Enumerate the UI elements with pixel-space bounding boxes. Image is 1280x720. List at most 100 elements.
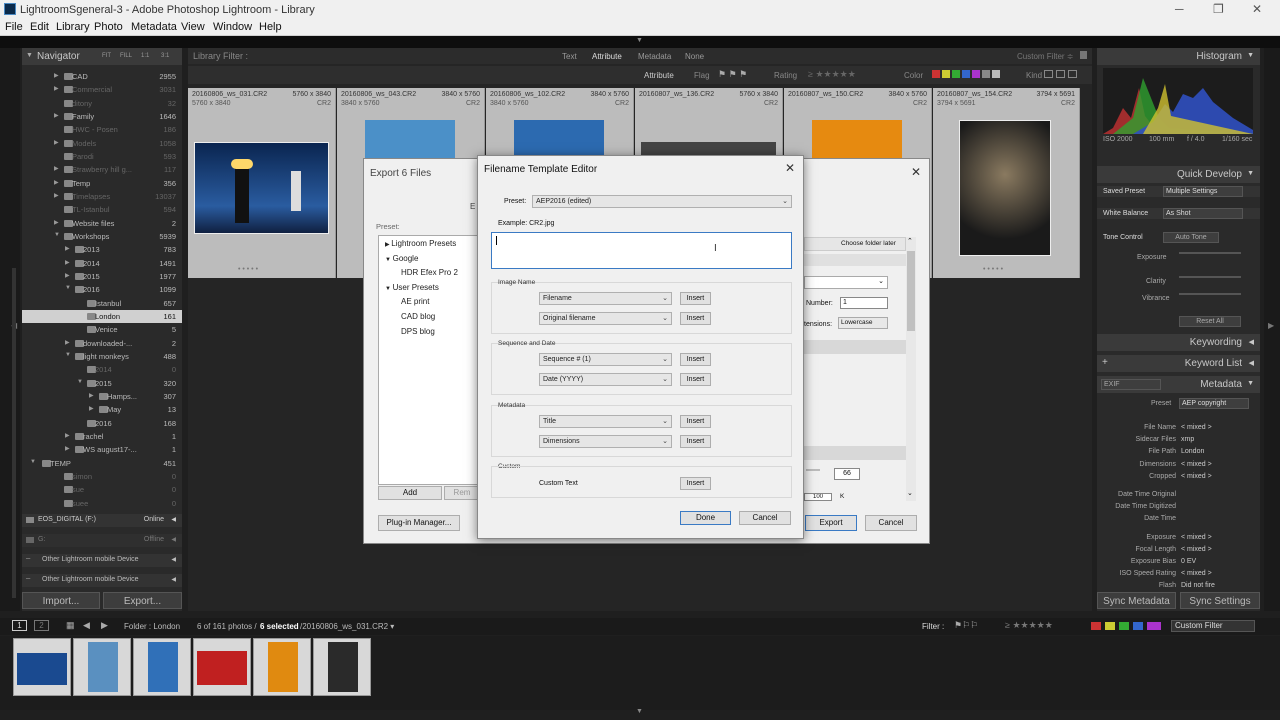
metadata-value[interactable]: Did not fire xyxy=(1181,582,1215,589)
metadata-value[interactable]: < mixed > xyxy=(1181,424,1212,431)
photo-thumbnail[interactable] xyxy=(365,120,455,160)
mobile-device-2[interactable]: ─ Other Lightroom mobile Device ◀ xyxy=(22,574,182,587)
expand-triangle-icon[interactable]: ▼ xyxy=(54,232,60,238)
start-number-input[interactable]: 1 xyxy=(840,297,888,309)
insert-button[interactable]: Insert xyxy=(680,415,711,428)
folder-item[interactable]: Istanbul 657 xyxy=(22,297,182,310)
filter-tab-attribute[interactable]: Attribute xyxy=(592,52,622,61)
expand-triangle-icon[interactable]: ▼ xyxy=(30,459,36,465)
navigator-header[interactable]: ▼ Navigator FIT FILL 1:1 3:1 xyxy=(22,48,182,65)
folder-item[interactable]: TL-Istanbul 594 xyxy=(22,203,182,216)
template-text-area[interactable]: I xyxy=(491,232,792,269)
collapse-triangle-icon[interactable]: ▼ xyxy=(385,257,393,263)
metadata-value[interactable]: < mixed > xyxy=(1181,461,1212,468)
monitor-2-button[interactable]: 2 xyxy=(34,620,49,631)
menu-edit[interactable]: Edit xyxy=(30,21,49,33)
preset-item[interactable]: HDR Efex Pro 2 xyxy=(401,268,458,277)
token-select[interactable]: Filename ⌄ xyxy=(539,292,672,305)
expand-triangle-icon[interactable]: ▶ xyxy=(65,339,70,346)
folder-item[interactable]: London 161 xyxy=(22,309,182,323)
folder-item[interactable]: ▶ Commercial 3031 xyxy=(22,83,182,96)
mobile-device-1[interactable]: ─ Other Lightroom mobile Device ◀ xyxy=(22,554,182,567)
selected-filename[interactable]: /20160806_ws_031.CR2 ▾ xyxy=(300,622,394,631)
token-select[interactable]: Sequence # (1) ⌄ xyxy=(539,353,672,366)
insert-button[interactable]: Insert xyxy=(680,312,711,325)
expand-triangle-icon[interactable]: ▶ xyxy=(54,85,59,92)
folder-item[interactable]: 2014 0 xyxy=(22,363,182,376)
expand-triangle-icon[interactable]: ▶ xyxy=(65,245,70,252)
preset-folder[interactable]: ▼ User Presets xyxy=(385,283,439,292)
folder-item[interactable]: ▶ May 13 xyxy=(22,403,182,416)
plus-icon[interactable]: + xyxy=(1102,357,1108,368)
folder-item[interactable]: ▶ Strawberry hill g... 117 xyxy=(22,163,182,176)
metadata-preset-select[interactable]: AEP copyright xyxy=(1179,398,1249,409)
export-cancel-button[interactable]: Cancel xyxy=(865,515,917,531)
folder-item[interactable]: ▶ Timelapses 13037 xyxy=(22,190,182,203)
expand-triangle-icon[interactable]: ▶ xyxy=(65,432,70,439)
metadata-value[interactable]: xmp xyxy=(1181,436,1194,443)
folder-item[interactable]: ▼ light monkeys 488 xyxy=(22,350,182,363)
expand-triangle-icon[interactable]: ▼ xyxy=(65,352,71,358)
folder-item[interactable]: ▶ Models 1058 xyxy=(22,137,182,150)
folder-item[interactable]: ▶ downloaded-... 2 xyxy=(22,337,182,350)
folder-item[interactable]: ▼ 2015 320 xyxy=(22,377,182,390)
histogram-header[interactable]: Histogram ▼ xyxy=(1097,48,1260,65)
folder-item[interactable]: ditony 32 xyxy=(22,97,182,110)
kind-virtual-icon[interactable] xyxy=(1056,70,1065,78)
metadata-value[interactable]: London xyxy=(1181,448,1204,455)
volume-eos-digital[interactable]: EOS_DIGITAL (F:) Online ◀ xyxy=(22,514,182,527)
folder-item[interactable]: ▼ TEMP 451 xyxy=(22,457,182,470)
folder-item[interactable]: ▼ 2016 1099 xyxy=(22,283,182,296)
scroll-down-icon[interactable]: ⌄ xyxy=(907,489,913,497)
metadata-value[interactable]: 0 EV xyxy=(1181,558,1196,565)
folder-item[interactable]: ▶ Website files 2 xyxy=(22,217,182,230)
color-purple-swatch[interactable] xyxy=(972,70,980,78)
filmstrip-thumb[interactable] xyxy=(13,638,71,696)
filmstrip-thumb[interactable] xyxy=(193,638,251,696)
choose-folder-later[interactable]: Choose folder later xyxy=(804,237,906,251)
color-red-swatch[interactable] xyxy=(932,70,940,78)
left-panel-edge[interactable]: ◀ xyxy=(0,48,20,611)
preset-select[interactable]: AEP2016 (edited) ⌄ xyxy=(532,195,792,208)
close-icon[interactable]: ✕ xyxy=(785,161,795,175)
expand-triangle-icon[interactable]: ▶ xyxy=(65,259,70,266)
volume-g[interactable]: G: Offline ◀ xyxy=(22,534,182,547)
photo-thumbnail[interactable] xyxy=(514,120,604,160)
flag-filter-icons[interactable]: ⚑⚐⚐ xyxy=(954,620,978,631)
photo-thumbnail[interactable] xyxy=(959,120,1051,256)
folder-item[interactable]: ▶ Temp 356 xyxy=(22,177,182,190)
expand-triangle-icon[interactable]: ▶ xyxy=(54,72,59,79)
menu-photo[interactable]: Photo xyxy=(94,21,123,33)
menu-help[interactable]: Help xyxy=(259,21,282,33)
insert-button[interactable]: Insert xyxy=(680,292,711,305)
collapse-triangle-icon[interactable]: ▼ xyxy=(385,286,393,292)
preset-folder[interactable]: ▶ Lightroom Presets xyxy=(385,239,456,248)
forward-arrow-icon[interactable]: ▶ xyxy=(101,620,108,631)
add-preset-button[interactable]: Add xyxy=(378,486,442,500)
menu-view[interactable]: View xyxy=(181,21,205,33)
export-button[interactable]: Export... xyxy=(103,592,182,609)
photo-thumbnail[interactable] xyxy=(194,142,329,234)
clarity-stepper[interactable] xyxy=(1179,276,1241,278)
keyword-list-header[interactable]: + Keyword List ◀ xyxy=(1097,355,1260,372)
folder-item[interactable]: ▶ 2015 1977 xyxy=(22,270,182,283)
extensions-select[interactable]: Lowercase xyxy=(838,317,888,329)
rating-dots[interactable]: • • • • • xyxy=(983,266,1003,273)
scroll-up-icon[interactable]: ⌃ xyxy=(907,237,913,245)
color-filter-swatches[interactable] xyxy=(1091,622,1161,630)
auto-tone-button[interactable]: Auto Tone xyxy=(1163,232,1219,243)
expand-triangle-icon[interactable]: ▶ xyxy=(54,139,59,146)
lock-icon[interactable] xyxy=(1080,51,1087,59)
filmstrip-thumb[interactable] xyxy=(253,638,311,696)
white-balance-select[interactable]: As Shot xyxy=(1163,208,1243,219)
exposure-stepper[interactable] xyxy=(1179,252,1241,254)
cancel-button[interactable]: Cancel xyxy=(739,511,791,525)
preset-item[interactable]: AE print xyxy=(401,297,429,306)
export-submit-button[interactable]: Export xyxy=(805,515,857,531)
expand-triangle-icon[interactable]: ▶ xyxy=(54,179,59,186)
menu-metadata[interactable]: Metadata xyxy=(131,21,177,33)
folder-item[interactable]: ▶ CAD 2955 xyxy=(22,70,182,83)
expand-triangle-icon[interactable]: ▶ xyxy=(54,192,59,199)
metadata-header[interactable]: EXIF Metadata ▼ xyxy=(1097,376,1260,393)
expand-triangle-icon[interactable]: ▶ xyxy=(54,219,59,226)
